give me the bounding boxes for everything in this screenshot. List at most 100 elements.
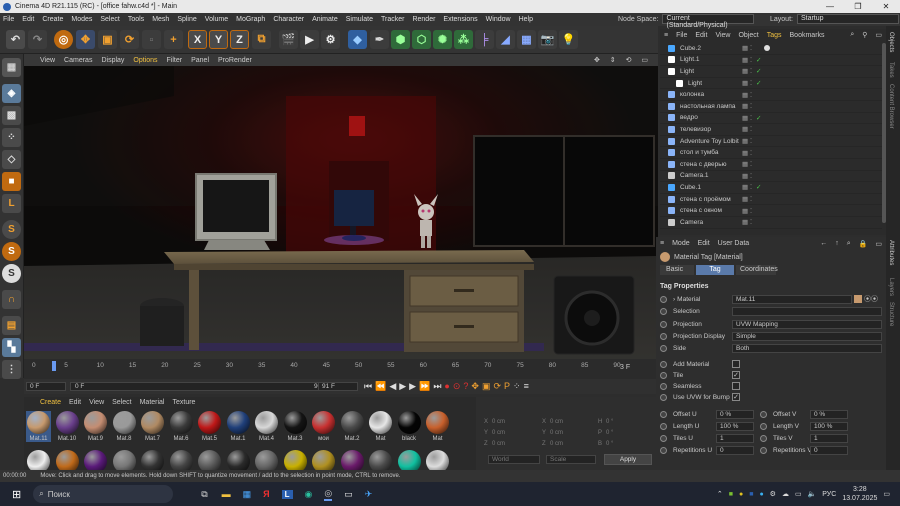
model-mode-icon[interactable]: ◈ <box>2 84 21 103</box>
material-swatch[interactable] <box>254 450 279 470</box>
menu-help[interactable]: Help <box>519 16 533 23</box>
viewport[interactable] <box>24 66 658 359</box>
texture-mode-icon[interactable]: ▩ <box>2 106 21 125</box>
tiles-v-field[interactable]: 1 <box>810 434 848 443</box>
obj-menu-edit[interactable]: Edit <box>695 32 707 39</box>
visibility-toggle-icon[interactable]: ▦ ⁚ <box>742 79 752 87</box>
z-axis-button[interactable]: Z <box>230 30 249 49</box>
object-row[interactable]: стена с проёмом ▦ ⁚ <box>660 194 882 206</box>
material-tag-icon[interactable] <box>764 115 770 121</box>
redo-icon[interactable]: ↷ <box>28 30 47 49</box>
object-row[interactable]: Cube.2 ▦ ⁚ <box>660 43 882 55</box>
viewport-nav-icons[interactable]: ✥ ⇕ ⟲ ▭ <box>594 56 652 64</box>
scale-icon[interactable]: ▣ <box>98 30 117 49</box>
key-rotation-icon[interactable]: ⟳ <box>493 381 501 392</box>
material-tag-icon[interactable] <box>764 196 770 202</box>
record-icon[interactable]: ● <box>444 381 449 392</box>
visibility-toggle-icon[interactable]: ▦ ⁚ <box>742 44 752 52</box>
visibility-toggle-icon[interactable]: ▦ ⁚ <box>742 160 752 168</box>
visibility-toggle-icon[interactable]: ▦ ⁚ <box>742 218 752 226</box>
filter-icon[interactable]: ⚲ <box>862 31 867 39</box>
mat-menu-select[interactable]: Select <box>112 399 131 406</box>
clock[interactable]: 3:28 13.07.2025 <box>842 485 877 503</box>
projdisp-anim-dot[interactable] <box>660 333 667 340</box>
projection-anim-dot[interactable] <box>660 321 667 328</box>
material-swatch[interactable] <box>197 450 222 470</box>
pen-icon[interactable]: ✒ <box>370 30 389 49</box>
enabled-check-icon[interactable]: ✓ <box>756 67 761 75</box>
material-swatch[interactable] <box>368 450 393 470</box>
range-slider[interactable]: 0 F 90 F <box>70 382 332 391</box>
side-select[interactable]: Both <box>732 344 882 353</box>
new-view-icon[interactable]: ▭ <box>875 240 882 248</box>
make-editable-icon[interactable]: ▦ <box>2 58 21 77</box>
material-swatch[interactable]: Mat.7 <box>140 411 165 442</box>
coord-mode-select[interactable]: Scale <box>546 455 596 464</box>
tray-icon-3[interactable]: ■ <box>749 491 753 498</box>
visibility-toggle-icon[interactable]: ▦ ⁚ <box>742 207 752 215</box>
menu-create[interactable]: Create <box>42 16 63 23</box>
telegram-icon[interactable]: ✈ <box>365 489 373 500</box>
key-pla-icon[interactable]: ⁘ <box>513 381 521 392</box>
task-view-icon[interactable]: ⧉ <box>201 489 207 500</box>
menu-icon[interactable]: ≡ <box>664 32 668 39</box>
cloner-icon[interactable]: ⁂ <box>454 30 473 49</box>
edges-mode-icon[interactable]: ◇ <box>2 150 21 169</box>
object-row[interactable]: стена с дверью ▦ ⁚ <box>660 159 882 171</box>
add-material-checkbox[interactable] <box>732 360 740 368</box>
projection-display-select[interactable]: Simple <box>732 332 882 341</box>
visibility-toggle-icon[interactable]: ▦ ⁚ <box>742 114 752 122</box>
tab-attributes[interactable]: Attributes <box>888 240 894 265</box>
cinema4d-task-icon[interactable]: ◎ <box>324 488 333 501</box>
tilesv-anim-dot[interactable] <box>760 435 767 442</box>
material-swatch[interactable]: black <box>397 411 422 442</box>
coord-x-pos[interactable]: 0 cm <box>492 419 505 425</box>
material-swatch[interactable]: Mat.11 <box>26 411 51 442</box>
tiles-u-field[interactable]: 1 <box>716 434 754 443</box>
offsetu-anim-dot[interactable] <box>660 411 667 418</box>
visibility-toggle-icon[interactable]: ▦ ⁚ <box>742 137 752 145</box>
visibility-toggle-icon[interactable]: ▦ ⁚ <box>742 102 752 110</box>
lengthu-anim-dot[interactable] <box>660 423 667 430</box>
close-button[interactable]: ✕ <box>872 2 900 11</box>
tray-icon-5[interactable]: ⚙ <box>770 490 776 498</box>
material-tag-icon[interactable] <box>764 173 770 179</box>
prev-key-icon[interactable]: ⏪ <box>375 381 386 392</box>
visibility-toggle-icon[interactable]: ▦ ⁚ <box>742 195 752 203</box>
repetitions-u-field[interactable]: 0 <box>716 446 754 455</box>
obj-menu-bookmarks[interactable]: Bookmarks <box>790 32 825 39</box>
seamless-checkbox[interactable] <box>732 382 740 390</box>
menu-mesh[interactable]: Mesh <box>152 16 169 23</box>
x-axis-button[interactable]: X <box>188 30 207 49</box>
selection-field[interactable] <box>732 307 882 316</box>
menu-character[interactable]: Character <box>273 16 304 23</box>
obj-menu-tags[interactable]: Tags <box>767 32 782 39</box>
tab-layers[interactable]: Layers <box>888 278 894 296</box>
workplane-icon[interactable]: S <box>2 264 21 283</box>
menu-icon[interactable]: ≡ <box>660 240 664 247</box>
material-swatch[interactable]: Mat.6 <box>169 411 194 442</box>
menu-tracker[interactable]: Tracker <box>381 16 404 23</box>
viewport-menu-filter[interactable]: Filter <box>167 57 183 64</box>
onedrive-icon[interactable]: ☁ <box>782 490 789 498</box>
object-row[interactable]: Camera.1 ▦ ⁚ <box>660 171 882 183</box>
coord-size-x[interactable]: 0 cm <box>550 419 563 425</box>
material-swatch[interactable] <box>112 450 137 470</box>
menu-simulate[interactable]: Simulate <box>346 16 373 23</box>
coord-size-z[interactable]: 0 cm <box>550 441 563 447</box>
material-tag-icon[interactable] <box>764 219 770 225</box>
enabled-check-icon[interactable]: ✓ <box>756 114 761 122</box>
material-tag-icon[interactable] <box>764 80 770 86</box>
material-tag-icon[interactable] <box>764 45 770 52</box>
field-icon[interactable]: ◢ <box>496 30 515 49</box>
material-tag-icon[interactable] <box>764 208 770 214</box>
object-row[interactable]: Camera ▦ ⁚ <box>660 217 882 229</box>
coord-space-select[interactable]: World <box>488 455 540 464</box>
object-row[interactable]: ведро ▦ ⁚ ✓ <box>660 113 882 125</box>
tab-objects[interactable]: Objects <box>888 32 894 52</box>
camera-icon[interactable]: 📷 <box>538 30 557 49</box>
axis-mode-icon[interactable]: L <box>2 194 21 213</box>
material-field[interactable]: Mat.11 <box>732 295 852 304</box>
viewport-menu-options[interactable]: Options <box>133 57 157 64</box>
timeline-ruler[interactable]: 0 5 10 15 20 25 30 35 40 45 50 55 60 65 70 75 80 85 90 3 F <box>24 359 658 379</box>
